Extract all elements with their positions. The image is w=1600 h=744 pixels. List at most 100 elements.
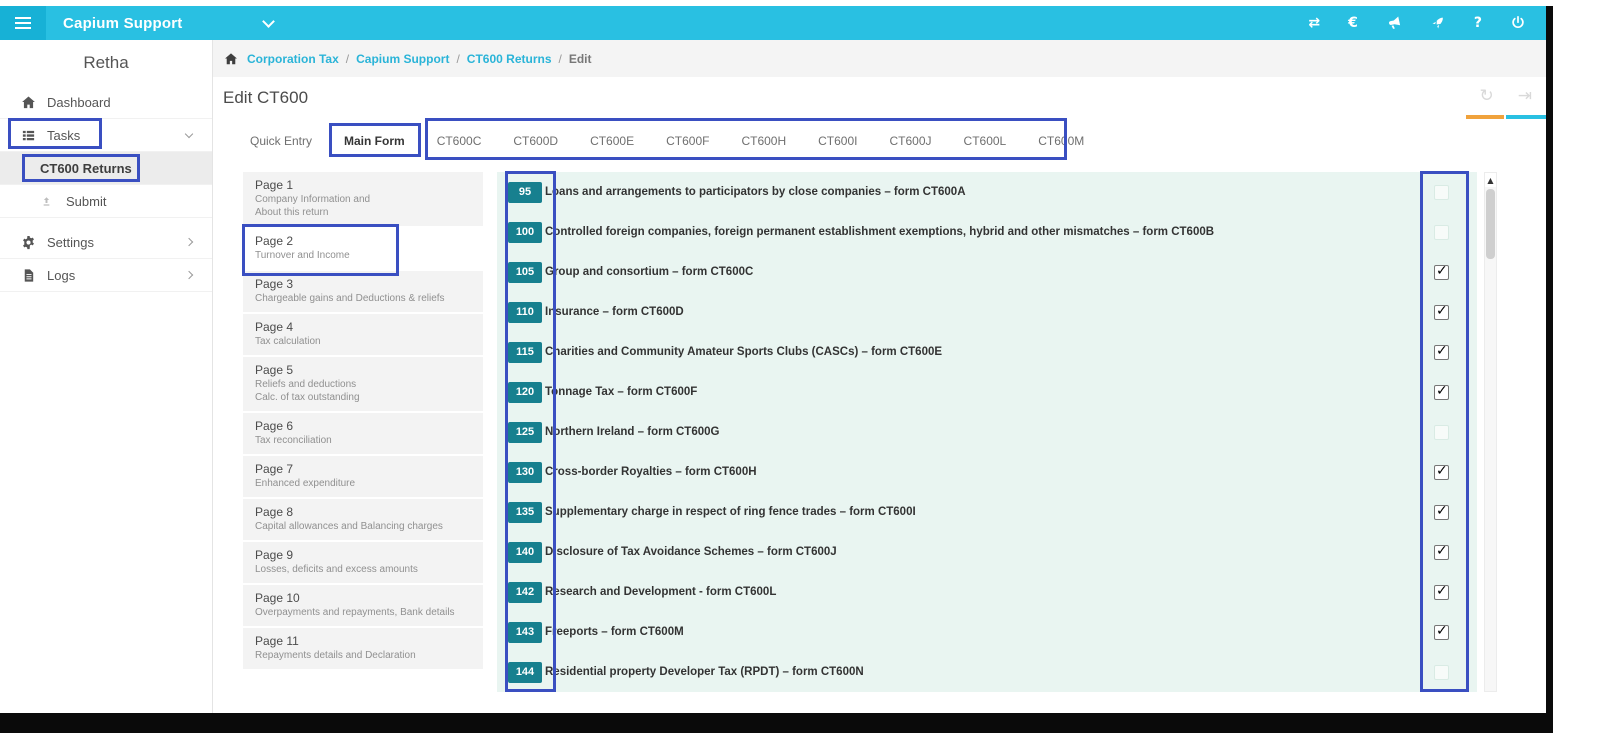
row-number-badge: 105 [508,261,542,283]
form-row: 142 Research and Development - form CT60… [497,572,1477,612]
page-nav-item-9[interactable]: Page 9 Losses, deficits and excess amoun… [243,542,483,583]
page-header-icons: ↻ ⇥ [1480,86,1533,106]
page-nav-item-11[interactable]: Page 11 Repayments details and Declarati… [243,628,483,669]
tab-quick-entry[interactable]: Quick Entry [250,134,312,148]
row-checkbox[interactable] [1434,303,1449,320]
chevron-right-icon [184,237,194,247]
expand-icon[interactable]: ⇥ [1518,86,1532,106]
row-checkbox[interactable] [1434,583,1449,600]
form-row: 110 Insurance – form CT600D [497,292,1477,332]
breadcrumb-separator: / [345,51,350,66]
pages-nav: Page 1 Company Information and About thi… [243,172,483,671]
sidebar-item-label: Submit [66,193,107,209]
euro-icon[interactable]: € [1348,14,1358,32]
sidebar-divider [0,218,212,226]
page-nav-title: Page 5 [255,363,294,377]
row-checkbox[interactable] [1434,664,1449,680]
row-checkbox[interactable] [1434,503,1449,520]
form-tabs: Quick Entry Main Form CT600C CT600D CT60… [213,119,1546,163]
page-nav-item-8[interactable]: Page 8 Capital allowances and Balancing … [243,499,483,540]
transfer-icon[interactable]: ⇄ [1308,14,1320,32]
tab-ct600h[interactable]: CT600H [741,134,786,148]
row-checkbox[interactable] [1434,343,1449,360]
row-checkbox[interactable] [1434,263,1449,280]
sidebar-item-dashboard[interactable]: Dashboard [0,86,212,119]
scrollbar-thumb[interactable] [1486,189,1495,259]
page-nav-item-1[interactable]: Page 1 Company Information and About thi… [243,172,483,226]
row-checkbox[interactable] [1434,424,1449,440]
breadcrumb-current: Edit [568,51,592,66]
rocket-icon[interactable] [1430,14,1446,32]
page-nav-item-10[interactable]: Page 10 Overpayments and repayments, Ban… [243,585,483,626]
sidebar-item-settings[interactable]: Settings [0,226,212,259]
page-nav-item-7[interactable]: Page 7 Enhanced expenditure [243,456,483,497]
chevron-right-icon [184,270,194,280]
row-number-badge: 142 [508,581,542,603]
page-nav-item-3[interactable]: Page 3 Chargeable gains and Deductions &… [243,271,483,312]
page-nav-title: Page 4 [255,320,294,334]
row-checkbox[interactable] [1434,224,1449,240]
row-checkbox[interactable] [1434,383,1449,400]
row-label: Residential property Developer Tax (RPDT… [545,666,864,678]
row-number-badge: 140 [508,541,542,563]
row-checkbox[interactable] [1434,463,1449,480]
tab-ct600l[interactable]: CT600L [964,134,1007,148]
row-checkbox[interactable] [1434,623,1449,640]
page-nav-title: Page 11 [255,634,299,648]
tab-ct600c[interactable]: CT600C [437,134,482,148]
vertical-scrollbar[interactable]: ▲ [1484,172,1497,692]
home-icon[interactable] [224,52,238,66]
sidebar-item-submit[interactable]: Submit [0,185,212,218]
power-icon[interactable] [1510,14,1526,32]
hamburger-icon [15,17,31,19]
help-icon[interactable]: ? [1474,14,1482,32]
tab-ct600e[interactable]: CT600E [590,134,634,148]
page-nav-subtitle: Repayments details and Declaration [255,650,416,661]
page-nav-title: Page 1 [255,178,294,192]
row-label: Cross-border Royalties – form CT600H [545,466,757,478]
header-progress-cyan [1506,115,1546,119]
form-row: 105 Group and consortium – form CT600C [497,252,1477,292]
row-number-badge: 125 [508,421,542,443]
tab-ct600i[interactable]: CT600I [818,134,857,148]
megaphone-icon[interactable] [1386,14,1402,32]
submit-icon [40,195,56,208]
chevron-down-icon[interactable] [262,15,275,28]
hamburger-menu-button[interactable] [0,6,46,40]
page-title: Edit CT600 [223,88,309,107]
chevron-down-icon [184,129,194,139]
row-label: Disclosure of Tax Avoidance Schemes – fo… [545,546,837,558]
sidebar-item-tasks[interactable]: Tasks [0,119,212,152]
form-row: 130 Cross-border Royalties – form CT600H [497,452,1477,492]
page-nav-item-6[interactable]: Page 6 Tax reconciliation [243,413,483,454]
tab-ct600m[interactable]: CT600M [1038,134,1084,148]
breadcrumb-link-ct600-returns[interactable]: CT600 Returns [467,52,552,66]
tab-main-form[interactable]: Main Form [344,134,405,148]
form-row: 120 Tonnage Tax – form CT600F [497,372,1477,412]
form-row: 140 Disclosure of Tax Avoidance Schemes … [497,532,1477,572]
row-number-badge: 100 [508,221,542,243]
row-checkbox[interactable] [1434,184,1449,200]
row-label: Research and Development - form CT600L [545,586,777,598]
sidebar-item-logs[interactable]: Logs [0,259,212,292]
breadcrumb-link-corporation-tax[interactable]: Corporation Tax [247,52,339,66]
form-row: 95 Loans and arrangements to participato… [497,172,1477,212]
page-nav-subtitle: Overpayments and repayments, Bank detail… [255,607,455,618]
page-nav-title: Page 9 [255,548,294,562]
row-number-badge: 115 [508,341,542,363]
row-checkbox[interactable] [1434,543,1449,560]
refresh-icon[interactable]: ↻ [1480,86,1494,106]
row-label: Loans and arrangements to participators … [545,186,966,198]
breadcrumb-link-capium-support[interactable]: Capium Support [356,52,449,66]
page-nav-item-5[interactable]: Page 5 Reliefs and deductions Calc. of t… [243,357,483,411]
page-nav-item-2[interactable]: Page 2 Turnover and Income [243,228,483,269]
page-nav-item-4[interactable]: Page 4 Tax calculation [243,314,483,355]
tab-ct600j[interactable]: CT600J [890,134,932,148]
scroll-up-arrow-icon[interactable]: ▲ [1485,173,1496,187]
sidebar-item-ct600-returns[interactable]: CT600 Returns [0,152,212,185]
tab-ct600f[interactable]: CT600F [666,134,709,148]
sidebar-item-label: Tasks [47,127,81,143]
breadcrumb-separator: / [456,51,460,66]
tab-ct600d[interactable]: CT600D [513,134,558,148]
row-label: Charities and Community Amateur Sports C… [545,346,943,358]
